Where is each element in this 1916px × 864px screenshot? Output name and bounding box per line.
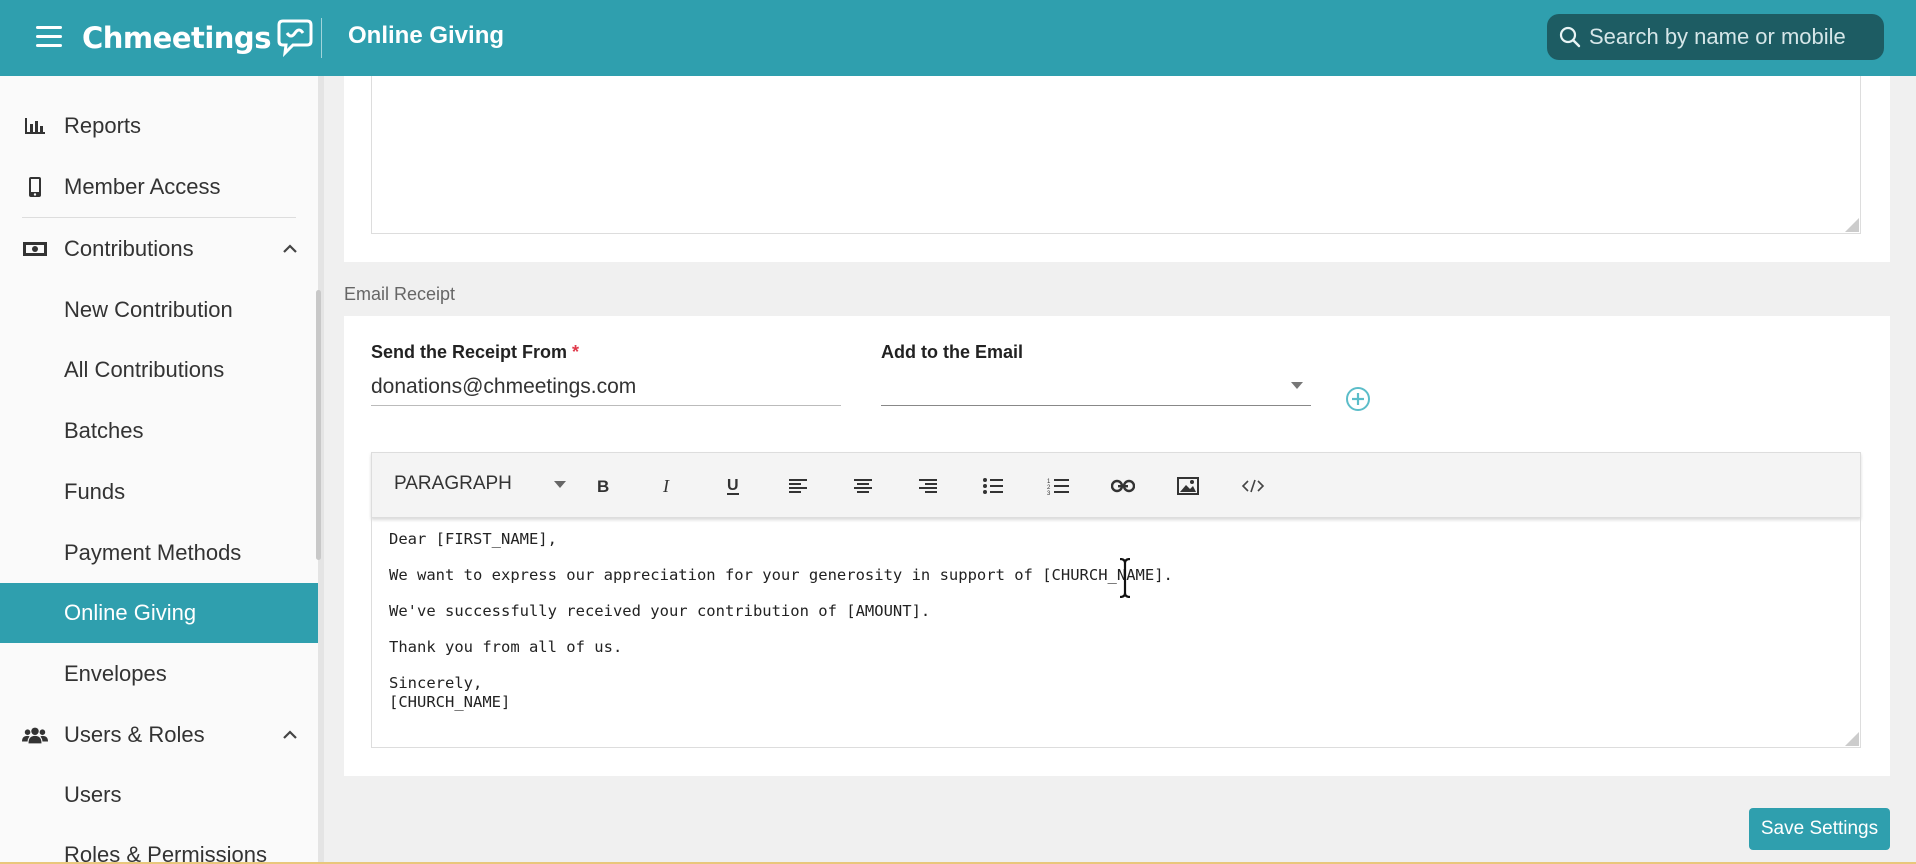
main-content: Email Receipt Send the Receipt From * Ad… — [324, 76, 1916, 864]
sidebar-item-funds[interactable]: Funds — [0, 462, 318, 522]
sidebar-item-label: Member Access — [64, 174, 221, 199]
page-title: Online Giving — [348, 22, 505, 49]
sidebar-item-contributions[interactable]: Contributions — [0, 219, 318, 279]
add-to-email-select[interactable] — [881, 368, 1311, 406]
svg-text:B: B — [597, 477, 609, 495]
bullet-list-icon[interactable] — [980, 473, 1006, 499]
paragraph-format-select[interactable]: PARAGRAPH — [394, 473, 566, 499]
sidebar-item-member-access[interactable]: Member Access — [0, 157, 318, 217]
search-icon — [1559, 26, 1581, 48]
from-field-label: Send the Receipt From * — [371, 342, 579, 363]
image-icon[interactable] — [1175, 473, 1201, 499]
app-name: Chmeetings — [82, 21, 271, 55]
svg-text:U: U — [727, 477, 739, 494]
top-header: Chmeetings Online Giving — [0, 0, 1916, 76]
sidebar-item-all-contributions[interactable]: All Contributions — [0, 340, 318, 400]
add-circle-icon[interactable] — [1345, 386, 1371, 412]
sidebar-item-label: Payment Methods — [64, 540, 242, 565]
sidebar-item-label: Funds — [64, 479, 126, 504]
app-logo[interactable]: Chmeetings — [82, 16, 315, 60]
dropdown-caret-icon — [554, 481, 566, 488]
svg-text:I: I — [662, 477, 670, 495]
align-left-icon[interactable] — [785, 473, 811, 499]
required-marker: * — [572, 342, 580, 362]
email-receipt-card: Send the Receipt From * Add to the Email… — [344, 316, 1890, 776]
code-icon[interactable] — [1240, 473, 1266, 499]
bold-icon[interactable]: B — [590, 473, 616, 499]
sidebar-item-users[interactable]: Users — [0, 765, 318, 825]
sidebar-item-label: All Contributions — [64, 357, 225, 382]
sidebar-item-label: Envelopes — [64, 661, 167, 686]
text-cursor-icon — [1119, 558, 1131, 598]
mobile-icon — [22, 174, 48, 200]
sidebar-item-payment-methods[interactable]: Payment Methods — [0, 523, 318, 583]
sidebar-item-label: Users — [64, 782, 122, 807]
sidebar: Reports Member Access Contributions New … — [0, 76, 318, 864]
chevron-up-icon[interactable] — [280, 725, 300, 745]
search-input[interactable] — [1589, 24, 1879, 50]
editor-line: We want to express our appreciation for … — [389, 566, 1173, 584]
sidebar-item-label: Roles & Permissions — [64, 842, 267, 864]
editor-line: Thank you from all of us. — [389, 638, 623, 656]
link-icon[interactable] — [1110, 473, 1136, 499]
sidebar-scrollbar[interactable] — [316, 290, 321, 560]
sidebar-item-label: Online Giving — [64, 600, 197, 625]
sidebar-item-new-contribution[interactable]: New Contribution — [0, 280, 318, 340]
email-body-editor[interactable]: Dear [FIRST_NAME], We want to express ou… — [371, 518, 1861, 748]
search-box[interactable] — [1547, 14, 1884, 60]
svg-text:3: 3 — [1047, 491, 1051, 495]
save-settings-button[interactable]: Save Settings — [1749, 808, 1890, 850]
dropdown-caret-icon — [1291, 382, 1303, 389]
add-to-email-label: Add to the Email — [881, 342, 1024, 362]
sidebar-item-envelopes[interactable]: Envelopes — [0, 644, 318, 704]
bar-chart-icon — [22, 113, 48, 139]
sidebar-item-users-roles[interactable]: Users & Roles — [0, 705, 318, 765]
sidebar-item-online-giving[interactable]: Online Giving — [0, 583, 318, 643]
sidebar-item-label: Reports — [64, 113, 142, 138]
sidebar-item-roles-permissions[interactable]: Roles & Permissions — [0, 825, 318, 864]
menu-icon[interactable] — [36, 26, 62, 48]
format-select-value: PARAGRAPH — [394, 473, 512, 494]
section-label-email-receipt: Email Receipt — [344, 284, 456, 304]
logo-bubble-icon — [277, 19, 313, 58]
editor-line: Dear [FIRST_NAME], — [389, 530, 557, 548]
underline-icon[interactable]: U — [720, 473, 746, 499]
resize-handle-icon[interactable] — [1845, 732, 1859, 746]
previous-textarea[interactable] — [371, 76, 1861, 234]
editor-line: [CHURCH_NAME] — [389, 693, 511, 711]
align-center-icon[interactable] — [850, 473, 876, 499]
editor-toolbar: PARAGRAPH B I U 1 2 3 — [371, 452, 1861, 518]
from-label-text: Send the Receipt From — [371, 342, 568, 362]
sidebar-item-label: Batches — [64, 418, 144, 443]
italic-icon[interactable]: I — [655, 473, 681, 499]
sidebar-item-label: Contributions — [64, 236, 194, 261]
sidebar-item-label: Users & Roles — [64, 722, 205, 747]
users-icon — [22, 722, 48, 748]
editor-line: Sincerely, — [389, 674, 483, 692]
header-divider — [321, 18, 322, 58]
editor-line: We've successfully received your contrib… — [389, 602, 931, 620]
money-icon — [22, 236, 48, 262]
sidebar-item-batches[interactable]: Batches — [0, 401, 318, 461]
sidebar-divider — [22, 217, 296, 218]
numbered-list-icon[interactable]: 123 — [1045, 473, 1071, 499]
sidebar-item-label: New Contribution — [64, 297, 233, 322]
chevron-up-icon[interactable] — [280, 239, 300, 259]
previous-settings-card — [344, 76, 1890, 262]
sidebar-item-reports[interactable]: Reports — [0, 96, 318, 156]
receipt-from-input[interactable] — [371, 368, 841, 406]
resize-handle-icon[interactable] — [1845, 218, 1859, 232]
align-right-icon[interactable] — [915, 473, 941, 499]
